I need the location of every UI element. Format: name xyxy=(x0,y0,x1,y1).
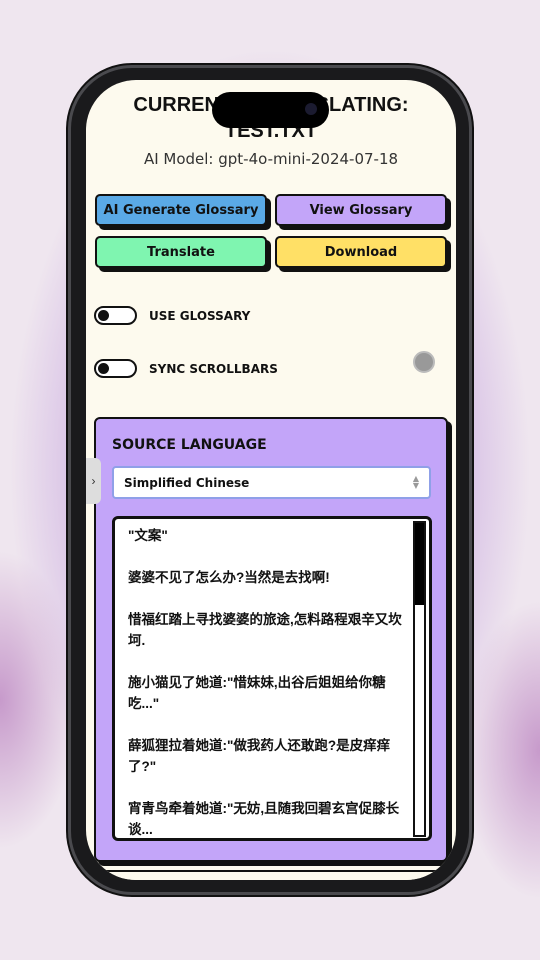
translate-button[interactable]: Translate xyxy=(95,236,267,268)
use-glossary-toggle[interactable] xyxy=(94,306,137,325)
paragraph: 惜福红踏上寻找婆婆的旅途,怎料路程艰辛又坎坷. xyxy=(128,612,402,648)
ai-model-label: AI Model: gpt-4o-mini-2024-07-18 xyxy=(143,150,399,168)
paragraph: 宵青鸟牵着她道:"无妨,且随我回碧玄宫促膝长谈... xyxy=(128,801,400,837)
paragraph: 施小猫见了她道:"惜妹妹,出谷后姐姐给你糖吃..." xyxy=(128,675,386,711)
background-blur xyxy=(460,600,540,900)
camera-icon xyxy=(305,103,317,115)
chevron-updown-icon: ▲ ▼ xyxy=(412,474,419,490)
source-language-select[interactable]: Simplified Chinese ▲ ▼ xyxy=(112,466,431,499)
target-language-panel xyxy=(94,870,448,880)
use-glossary-row: USE GLOSSARY xyxy=(94,306,250,325)
sync-scrollbars-label: SYNC SCROLLBARS xyxy=(149,361,278,376)
download-button[interactable]: Download xyxy=(275,236,447,268)
source-text: "文案" 婆婆不见了怎么办?当然是去找啊! 惜福红踏上寻找婆婆的旅途,怎料路程艰… xyxy=(128,525,408,838)
sync-scrollbars-toggle[interactable] xyxy=(94,359,137,378)
scrollbar-thumb[interactable] xyxy=(415,523,424,605)
source-language-label: SOURCE LANGUAGE xyxy=(112,437,267,453)
ai-generate-glossary-button[interactable]: AI Generate Glossary xyxy=(95,194,267,226)
floating-assistive-button[interactable] xyxy=(413,351,435,373)
app-screen: CURRENTLY TRANSLATING: TEST.TXT AI Model… xyxy=(86,80,456,880)
sidebar-expand-handle[interactable]: › xyxy=(86,458,101,504)
paragraph: 婆婆不见了怎么办?当然是去找啊! xyxy=(128,570,330,585)
sync-scrollbars-row: SYNC SCROLLBARS xyxy=(94,359,278,378)
use-glossary-label: USE GLOSSARY xyxy=(149,308,251,323)
chevron-right-icon: › xyxy=(91,474,96,488)
paragraph: 薛狐狸拉着她道:"做我药人还敢跑?是皮痒痒了?" xyxy=(128,738,391,774)
source-text-area[interactable]: "文案" 婆婆不见了怎么办?当然是去找啊! 惜福红踏上寻找婆婆的旅途,怎料路程艰… xyxy=(112,516,432,841)
paragraph: "文案" xyxy=(128,528,168,543)
source-language-panel: SOURCE LANGUAGE Simplified Chinese ▲ ▼ "文… xyxy=(94,417,448,862)
selected-language: Simplified Chinese xyxy=(124,475,250,490)
view-glossary-button[interactable]: View Glossary xyxy=(275,194,447,226)
text-scrollbar[interactable] xyxy=(413,521,426,837)
